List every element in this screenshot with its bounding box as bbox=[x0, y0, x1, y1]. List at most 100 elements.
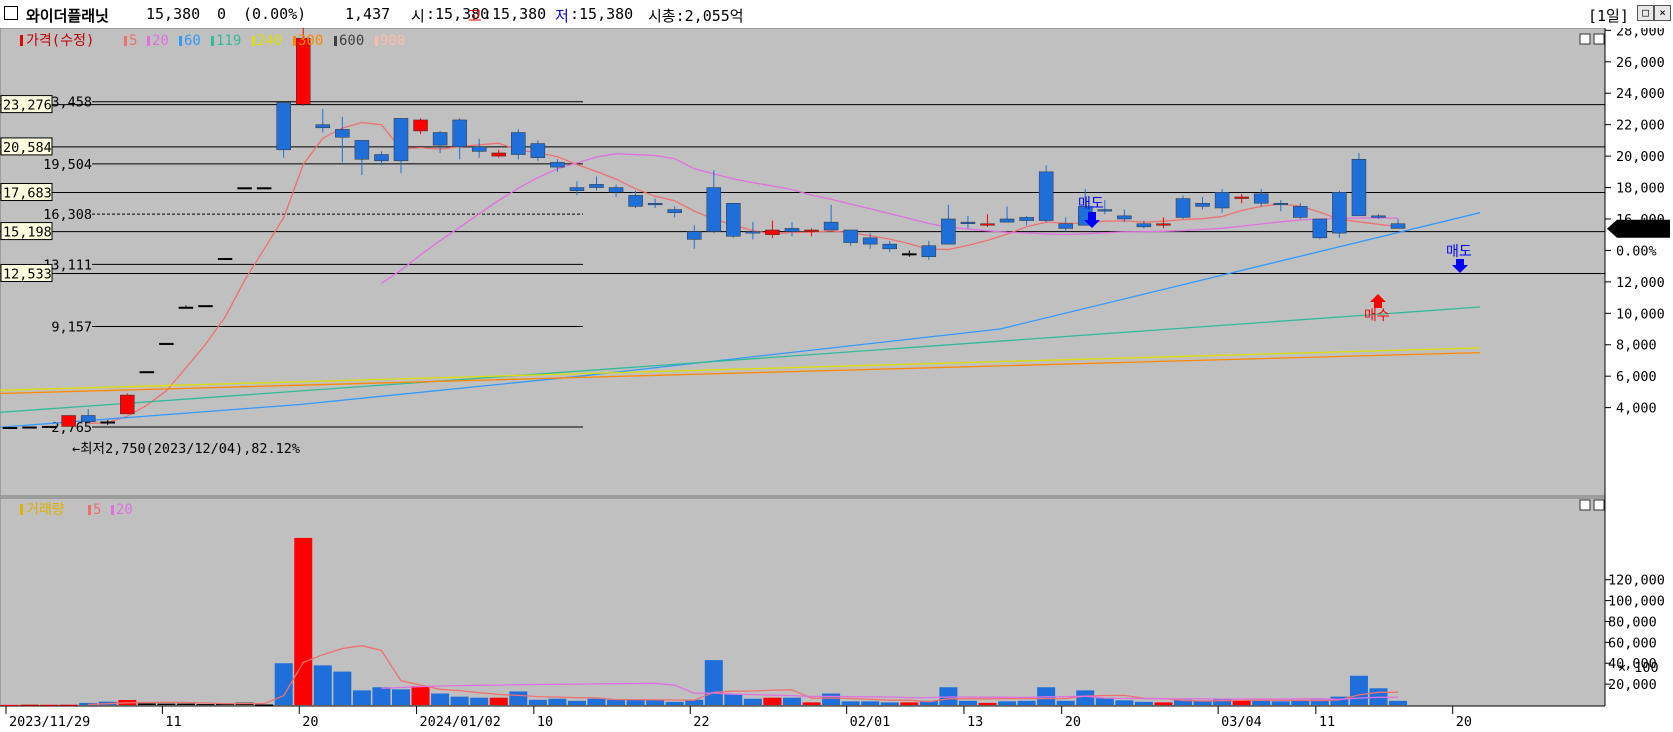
candle bbox=[80, 415, 96, 423]
candle bbox=[999, 218, 1015, 223]
candle bbox=[198, 305, 213, 308]
x-tick-label: 22 bbox=[693, 714, 709, 730]
volume-pane bbox=[0, 497, 1606, 707]
volume-bar bbox=[1056, 700, 1075, 705]
candle bbox=[726, 203, 741, 237]
volume-bar bbox=[294, 537, 313, 705]
price-tick-label: 4,000 bbox=[1616, 401, 1657, 417]
legend-swatch bbox=[111, 505, 114, 515]
volume-bar bbox=[1017, 700, 1036, 705]
candle bbox=[100, 421, 115, 424]
candle bbox=[745, 231, 761, 234]
stock-header: 와이더플래닛 15,380 0 (0.00%) 1,437 시 :15,380 … bbox=[0, 0, 1673, 29]
candle bbox=[354, 140, 370, 160]
candle bbox=[941, 218, 956, 245]
volume-bar bbox=[861, 701, 880, 705]
candle bbox=[315, 124, 331, 129]
volume-bar bbox=[333, 671, 352, 705]
x-tick-label: 20 bbox=[1065, 714, 1081, 730]
candle bbox=[804, 229, 819, 232]
volume-bar bbox=[1369, 688, 1388, 705]
open-label: 시 bbox=[411, 7, 425, 25]
candle bbox=[980, 223, 995, 226]
x-tick-label: 10 bbox=[537, 714, 553, 730]
candle bbox=[647, 203, 663, 206]
candle bbox=[882, 243, 897, 250]
candle bbox=[1195, 203, 1210, 207]
candle bbox=[413, 119, 428, 132]
candle bbox=[393, 118, 409, 162]
volume-bar bbox=[1076, 690, 1095, 705]
x-tick-label: 11 bbox=[1319, 714, 1335, 730]
candle bbox=[589, 184, 604, 188]
candle bbox=[1038, 171, 1054, 221]
ma-legend-label: 240 bbox=[257, 33, 282, 49]
volume-bar bbox=[1115, 700, 1134, 705]
select-checkbox[interactable] bbox=[4, 6, 18, 20]
volume-bar bbox=[763, 697, 782, 705]
candle bbox=[1351, 158, 1367, 217]
fib-label: 16,308 bbox=[43, 207, 92, 223]
price-pane bbox=[0, 28, 1606, 497]
volume-bar bbox=[1349, 675, 1368, 705]
volume-bar bbox=[1095, 698, 1114, 705]
candle bbox=[862, 237, 878, 245]
candle bbox=[178, 306, 194, 309]
candle bbox=[1214, 192, 1230, 209]
high-label: 고 bbox=[468, 7, 482, 25]
legend-swatch bbox=[124, 36, 127, 46]
volume-bar bbox=[646, 699, 665, 705]
candle bbox=[1293, 206, 1308, 218]
price-tick-label: 26,000 bbox=[1616, 55, 1665, 71]
close-icon[interactable]: × bbox=[1654, 5, 1671, 21]
volume-tick-label: 120,000 bbox=[1608, 573, 1665, 589]
maximize-icon[interactable]: □ bbox=[1637, 5, 1654, 21]
ma-legend-label: 300 bbox=[298, 33, 323, 49]
pane-button-icon bbox=[1593, 499, 1605, 511]
candle bbox=[823, 221, 839, 231]
candle bbox=[276, 102, 291, 151]
volume-bar bbox=[372, 687, 391, 705]
legend-swatch bbox=[88, 505, 91, 515]
price-tick-label: 8,000 bbox=[1616, 338, 1657, 354]
volume-tick-label: 80,000 bbox=[1608, 614, 1657, 630]
low-label: 저 bbox=[555, 7, 569, 25]
x-tick-label: 13 bbox=[967, 714, 983, 730]
candle bbox=[374, 154, 389, 162]
volume-bar bbox=[802, 702, 821, 705]
candle bbox=[120, 394, 135, 415]
candle bbox=[902, 253, 917, 256]
volume-bar bbox=[939, 687, 958, 705]
candle bbox=[1117, 215, 1132, 220]
volume-bar bbox=[40, 704, 59, 706]
volume-tick-label: 100,000 bbox=[1608, 594, 1665, 610]
candle bbox=[256, 187, 272, 190]
buy-signal-label: 매수 bbox=[1364, 308, 1390, 324]
candle bbox=[687, 231, 702, 240]
candle bbox=[159, 342, 174, 345]
volume-bar bbox=[880, 702, 899, 705]
volume-bar bbox=[724, 694, 743, 705]
pane-button-icon bbox=[1593, 33, 1605, 45]
chart-canvas[interactable]: 29,85023,45819,50416,30813,1119,1572,765… bbox=[0, 28, 1673, 732]
x-tick-label: 20 bbox=[1456, 714, 1472, 730]
volume-bar bbox=[607, 699, 626, 705]
period-button[interactable]: [1일] bbox=[1588, 5, 1629, 26]
candle bbox=[569, 187, 585, 191]
candle bbox=[1175, 198, 1191, 218]
volume-bar bbox=[743, 698, 762, 705]
volume-bar bbox=[470, 697, 489, 705]
sell-signal-label: 매도 bbox=[1446, 244, 1472, 260]
volume-bar bbox=[978, 702, 997, 705]
candle bbox=[608, 187, 624, 193]
volume-tick-label: 60,000 bbox=[1608, 635, 1657, 651]
candle bbox=[1156, 223, 1171, 226]
candle bbox=[960, 221, 976, 224]
legend-swatch bbox=[375, 36, 378, 46]
stock-name: 와이더플래닛 bbox=[26, 7, 109, 25]
x-tick-label: 2024/01/02 bbox=[420, 714, 501, 730]
volume-tick-label: 20,000 bbox=[1608, 677, 1657, 693]
current-price: 15,380 bbox=[146, 5, 201, 23]
candle bbox=[511, 132, 526, 155]
horizontal-line-label: 23,276 bbox=[3, 98, 52, 114]
